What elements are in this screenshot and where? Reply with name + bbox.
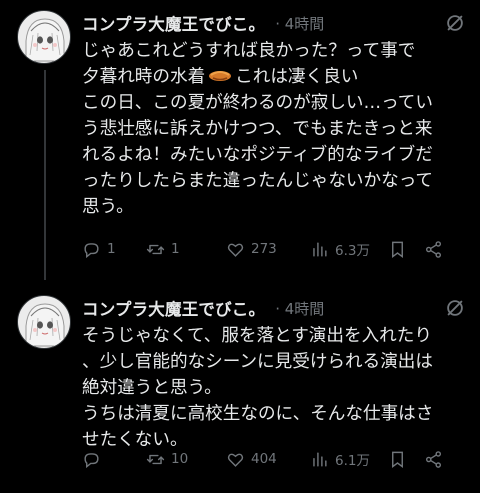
- view-count: 6.3万: [335, 243, 370, 259]
- tweet-line: う悲壮感に訴えかけつつ、でもまたきっと来: [82, 119, 433, 139]
- avatar-illustration: [25, 18, 65, 62]
- tweet-line: そうじゃなくて、服を落とす演出を入れたり: [82, 326, 432, 346]
- tweet-line: じゃあこれどうすれば良かった？って事で: [82, 41, 416, 61]
- retweet-icon: [146, 240, 165, 259]
- bookmark-button[interactable]: [388, 450, 424, 469]
- retweet-icon: [146, 450, 165, 469]
- tweet-line: ったりしたらまた違ったんじゃないかなって: [82, 171, 433, 191]
- grok-icon[interactable]: [444, 12, 466, 34]
- like-button[interactable]: 273: [226, 240, 310, 259]
- grok-icon[interactable]: [444, 297, 466, 319]
- tweet-line: うちは清夏に高校生なのに、そんな仕事はさ: [82, 404, 434, 424]
- tweet-line-suffix: これは凄く良い: [235, 67, 359, 87]
- tweet[interactable]: コンプラ大魔王でびこ。 · 4時間 じゃあこれどうすれば良かった？って事で 夕暮…: [0, 0, 480, 285]
- tweet-text: そうじゃなくて、服を落とす演出を入れたり 、少し官能的なシーンに見受けられる演出…: [82, 323, 470, 453]
- bookmark-icon: [388, 450, 407, 469]
- bar-chart-icon: [310, 240, 329, 259]
- like-count: 273: [251, 241, 277, 257]
- avatar[interactable]: [17, 10, 71, 64]
- heart-icon: [226, 450, 245, 469]
- reply-button[interactable]: [82, 450, 146, 469]
- flying-disc-icon: [207, 66, 233, 84]
- share-icon: [424, 450, 443, 469]
- share-icon: [424, 240, 443, 259]
- retweet-count: 1: [171, 241, 180, 257]
- heart-icon: [226, 240, 245, 259]
- tweet-line: れるよね！みたいなポジティブ的なライブだ: [82, 145, 433, 165]
- retweet-button[interactable]: 10: [146, 450, 226, 469]
- reply-icon: [82, 240, 101, 259]
- tweet-line: 、少し官能的なシーンに見受けられる演出は: [82, 352, 433, 372]
- display-name[interactable]: コンプラ大魔王でびこ。: [82, 296, 265, 320]
- share-button[interactable]: [424, 240, 448, 259]
- action-bar: 1 1 273 6.3万: [82, 238, 470, 260]
- avatar-illustration: [25, 303, 65, 347]
- share-button[interactable]: [424, 450, 448, 469]
- tweet[interactable]: コンプラ大魔王でびこ。 · 4時間 そうじゃなくて、服を落とす演出を入れたり 、…: [0, 285, 480, 493]
- bookmark-button[interactable]: [388, 240, 424, 259]
- tweet-line: 夕暮れ時の水着: [82, 67, 206, 87]
- tweet-line-with-icon: 夕暮れ時の水着 これは凄く良い: [82, 64, 470, 90]
- avatar[interactable]: [17, 295, 71, 349]
- retweet-button[interactable]: 1: [146, 240, 226, 259]
- views-button[interactable]: 6.3万: [310, 239, 388, 259]
- tweet-line: この日、この夏が終わるのが寂しい…ってい: [82, 93, 433, 113]
- bookmark-icon: [388, 240, 407, 259]
- views-button[interactable]: 6.1万: [310, 449, 388, 469]
- retweet-count: 10: [171, 451, 189, 467]
- tweet-meta-time[interactable]: · 4時間: [275, 298, 324, 319]
- tweet-line: 思う。: [82, 197, 134, 217]
- display-name[interactable]: コンプラ大魔王でびこ。: [82, 11, 265, 35]
- like-button[interactable]: 404: [226, 450, 310, 469]
- reply-icon: [82, 450, 101, 469]
- bar-chart-icon: [310, 450, 329, 469]
- tweet-line: 絶対違うと思う。: [82, 378, 222, 398]
- view-count: 6.1万: [335, 453, 370, 469]
- tweet-meta-time[interactable]: · 4時間: [275, 13, 324, 34]
- action-bar: 10 404 6.1万: [82, 448, 470, 470]
- reply-count: 1: [107, 241, 116, 257]
- reply-button[interactable]: 1: [82, 240, 146, 259]
- like-count: 404: [251, 451, 277, 467]
- tweet-text: じゃあこれどうすれば良かった？って事で 夕暮れ時の水着 これは凄く良い この日、こ…: [82, 38, 470, 220]
